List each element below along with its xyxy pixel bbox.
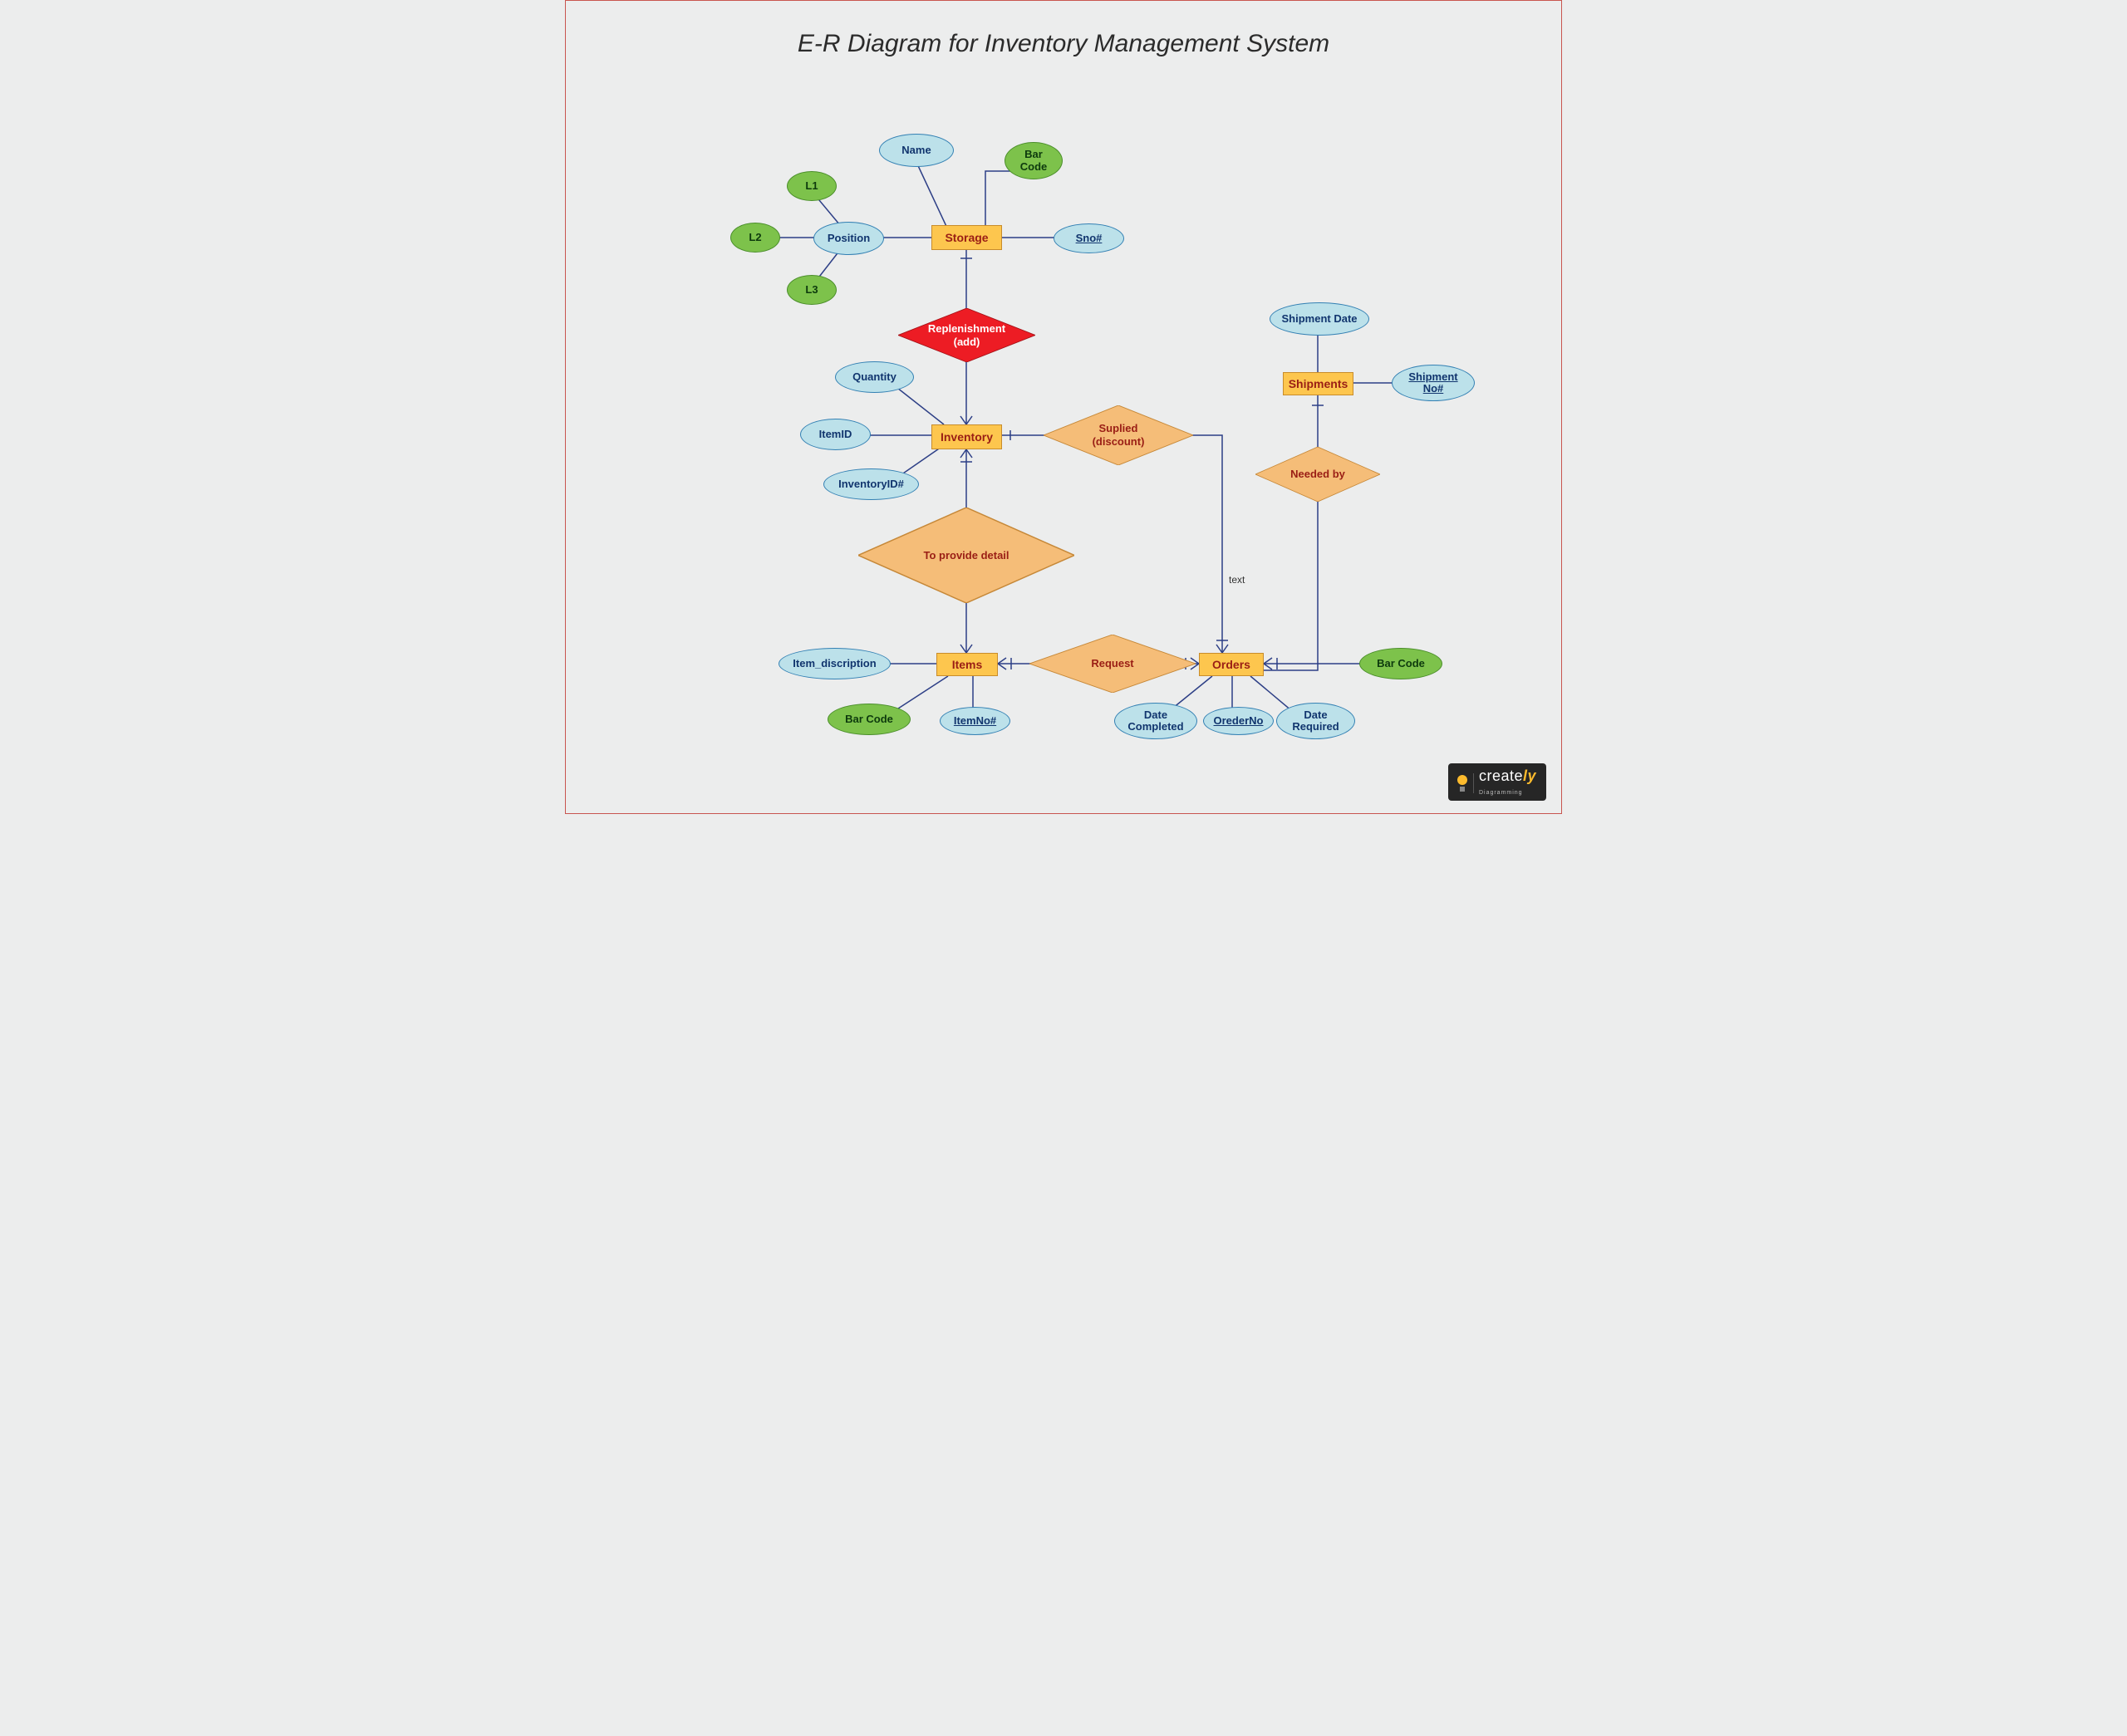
entity-inventory[interactable]: Inventory [931, 424, 1002, 449]
relationship-to-provide-detail-label: To provide detail [920, 549, 1012, 562]
attr-bar-code-storage[interactable]: Bar Code [1005, 142, 1063, 179]
entity-items[interactable]: Items [936, 653, 998, 676]
entity-storage[interactable]: Storage [931, 225, 1002, 250]
attr-bar-code-orders-label: Bar Code [1377, 658, 1425, 669]
entity-shipments-label: Shipments [1289, 377, 1348, 390]
attr-name-label: Name [901, 145, 931, 156]
attr-quantity[interactable]: Quantity [835, 361, 914, 393]
attr-item-discription[interactable]: Item_discription [779, 648, 891, 679]
attr-position[interactable]: Position [813, 222, 884, 255]
attr-l2[interactable]: L2 [730, 223, 780, 253]
attr-shipment-no-label: Shipment No# [1408, 371, 1457, 395]
attr-l1-label: L1 [805, 180, 818, 192]
attr-orderno-label: OrederNo [1214, 715, 1264, 727]
attr-shipment-date[interactable]: Shipment Date [1270, 302, 1369, 336]
attr-itemid[interactable]: ItemID [800, 419, 871, 450]
attr-bar-code-storage-label: Bar Code [1020, 149, 1048, 173]
attr-sno-label: Sno# [1076, 233, 1103, 244]
relationship-replenishment-label: Replenishment (add) [925, 322, 1009, 348]
relationship-needed-by[interactable]: Needed by [1255, 447, 1380, 502]
relationship-to-provide-detail[interactable]: To provide detail [858, 508, 1074, 603]
attr-item-discription-label: Item_discription [793, 658, 876, 669]
entity-inventory-label: Inventory [941, 430, 993, 444]
logo-brand: creately Diagramming [1479, 768, 1536, 797]
attr-shipment-date-label: Shipment Date [1281, 313, 1357, 325]
attr-date-required[interactable]: Date Required [1276, 703, 1355, 739]
relationship-suplied[interactable]: Suplied (discount) [1044, 405, 1193, 465]
attr-bar-code-orders[interactable]: Bar Code [1359, 648, 1442, 679]
attr-date-completed-label: Date Completed [1127, 709, 1183, 733]
attr-position-label: Position [828, 233, 870, 244]
entity-orders-label: Orders [1212, 658, 1250, 671]
relationship-request-label: Request [1088, 657, 1137, 670]
attr-inventoryid[interactable]: InventoryID# [823, 468, 919, 500]
diagram-title: E-R Diagram for Inventory Management Sys… [566, 30, 1561, 58]
attr-itemid-label: ItemID [819, 429, 852, 440]
text-annotation: text [1229, 574, 1245, 586]
relationship-suplied-label: Suplied (discount) [1089, 422, 1148, 448]
entity-shipments[interactable]: Shipments [1283, 372, 1353, 395]
relationship-needed-by-label: Needed by [1287, 468, 1348, 481]
attr-l3[interactable]: L3 [787, 275, 837, 305]
attr-orderno[interactable]: OrederNo [1203, 707, 1274, 735]
attr-bar-code-items[interactable]: Bar Code [828, 704, 911, 735]
attr-sno[interactable]: Sno# [1054, 223, 1124, 253]
attr-name[interactable]: Name [879, 134, 954, 167]
relationship-request[interactable]: Request [1029, 635, 1196, 693]
relationship-replenishment[interactable]: Replenishment (add) [898, 308, 1035, 362]
attr-date-required-label: Date Required [1292, 709, 1339, 733]
attr-itemno-label: ItemNo# [954, 715, 996, 727]
attr-bar-code-items-label: Bar Code [845, 714, 893, 725]
attr-inventoryid-label: InventoryID# [838, 478, 904, 490]
entity-items-label: Items [952, 658, 983, 671]
attr-shipment-no[interactable]: Shipment No# [1392, 365, 1475, 401]
creately-logo: creately Diagramming [1448, 763, 1546, 801]
attr-l1[interactable]: L1 [787, 171, 837, 201]
attr-itemno[interactable]: ItemNo# [940, 707, 1010, 735]
attr-l2-label: L2 [749, 232, 761, 243]
er-diagram-canvas: E-R Diagram for Inventory Management Sys… [565, 0, 1562, 814]
entity-orders[interactable]: Orders [1199, 653, 1264, 676]
bulb-icon [1456, 775, 1468, 792]
entity-storage-label: Storage [945, 231, 988, 244]
attr-date-completed[interactable]: Date Completed [1114, 703, 1197, 739]
attr-quantity-label: Quantity [852, 371, 896, 383]
attr-l3-label: L3 [805, 284, 818, 296]
